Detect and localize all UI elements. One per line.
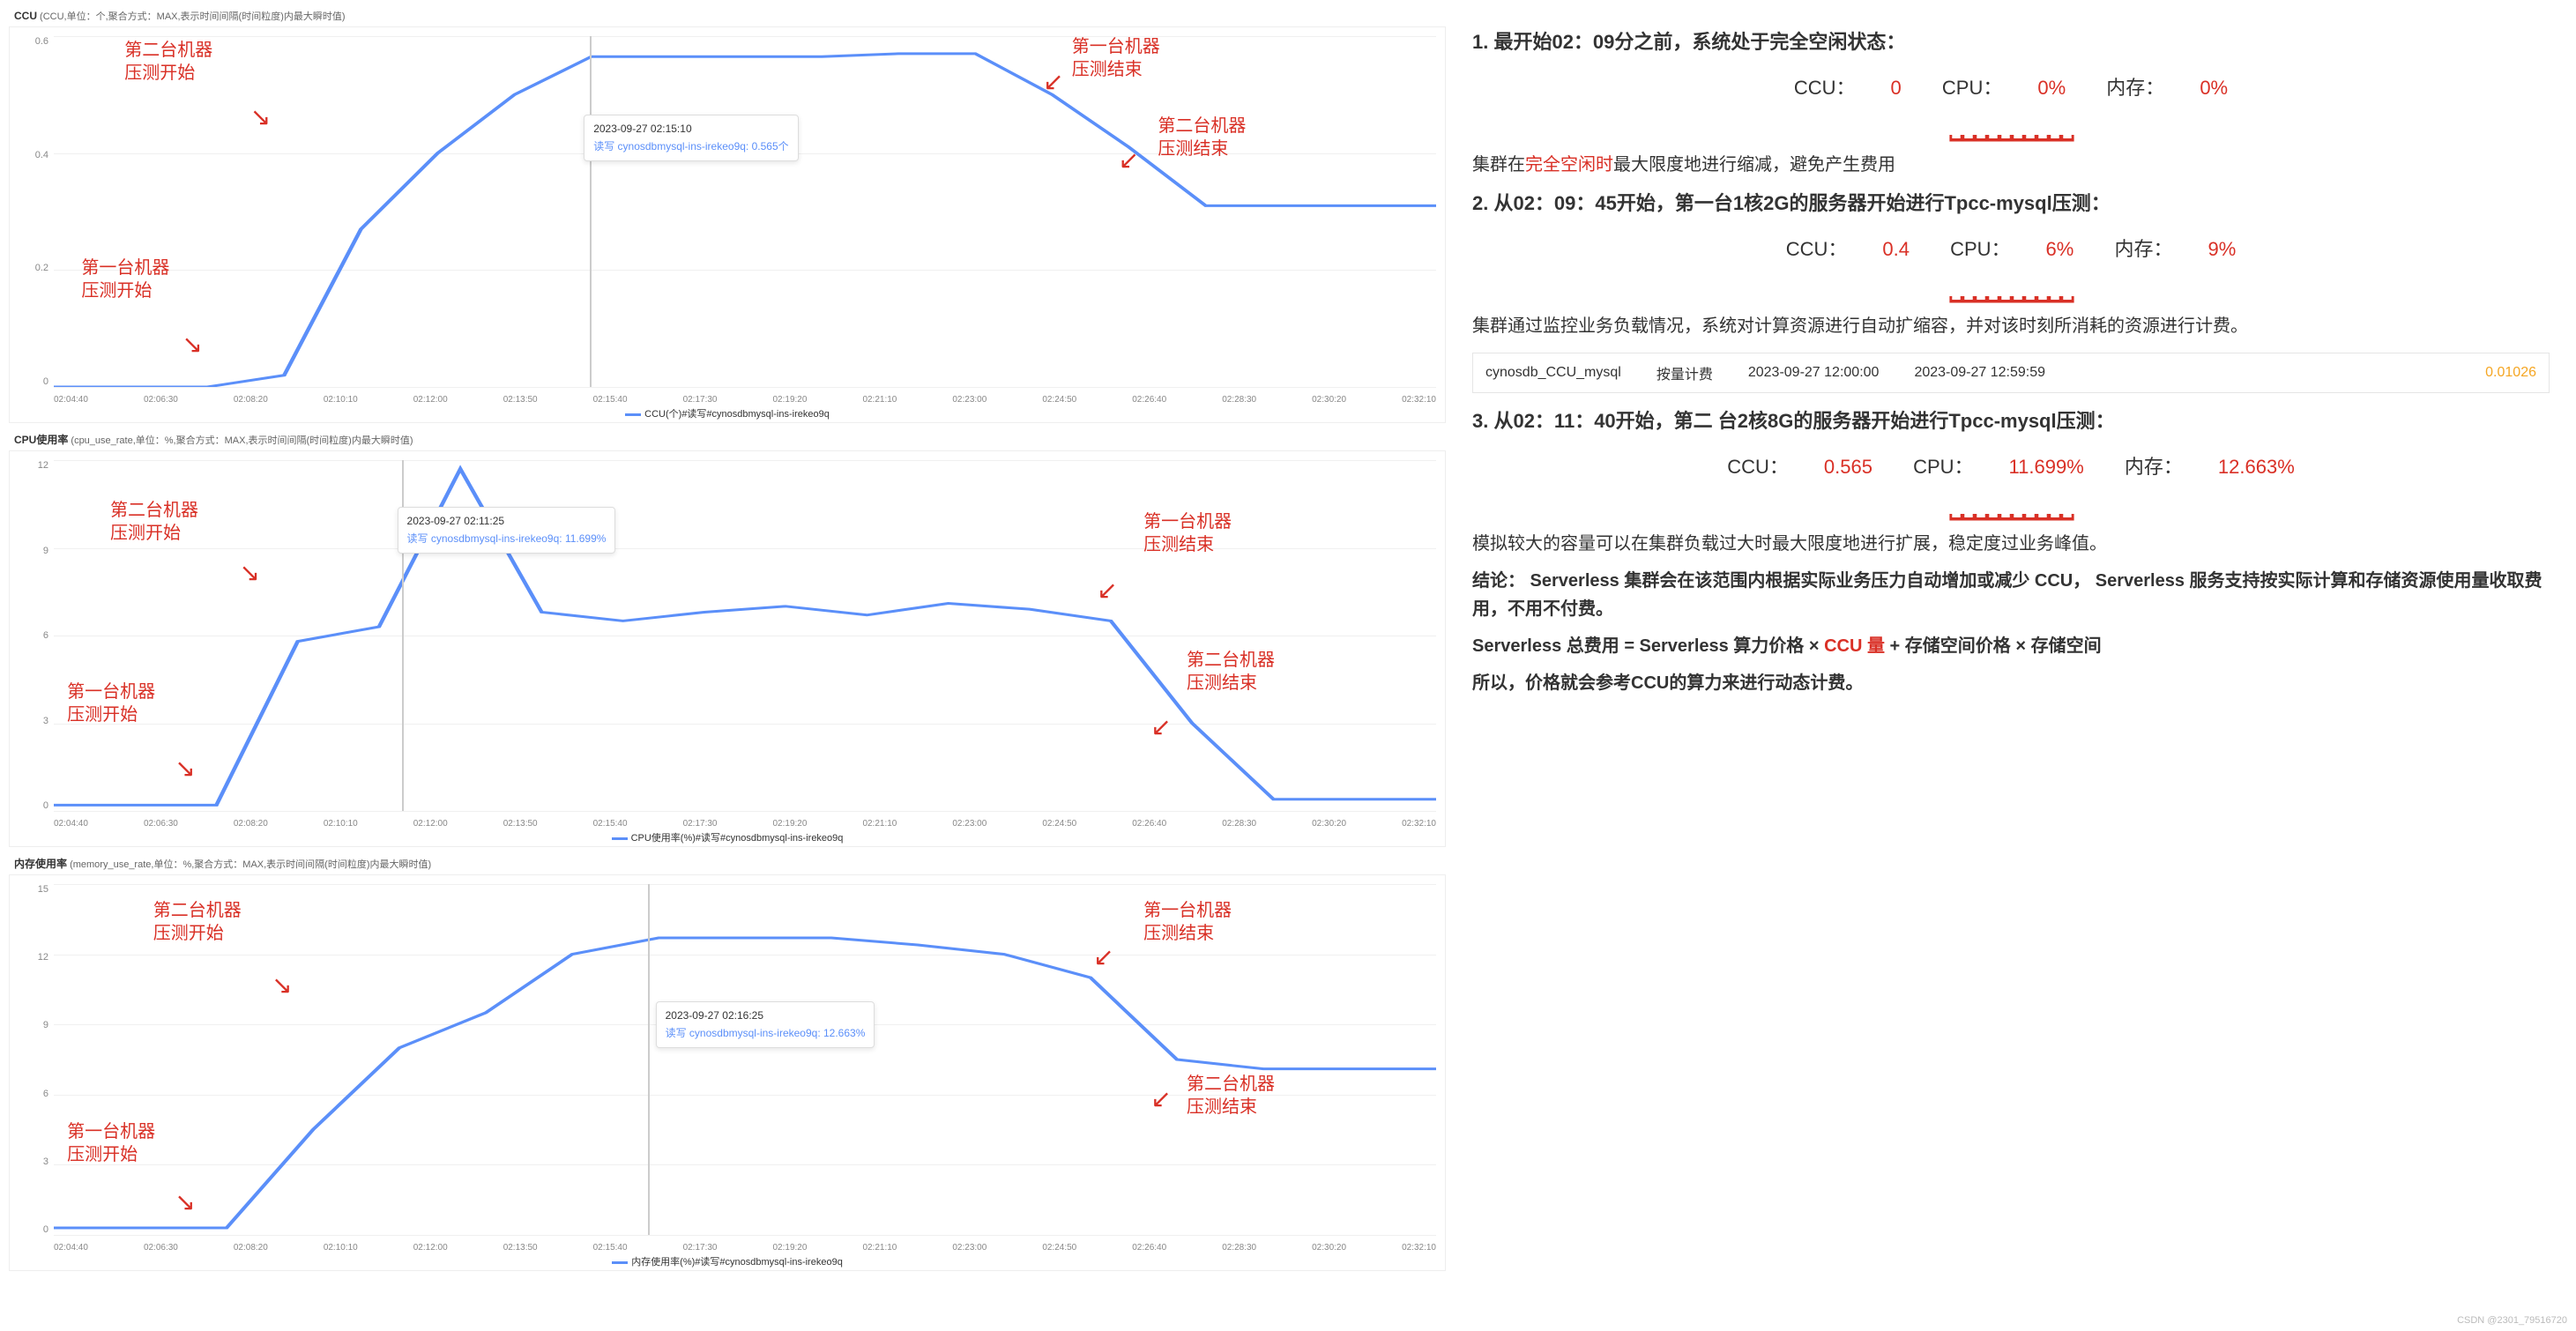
arrow-icon: ↙ <box>1119 145 1139 175</box>
section1-heading: 1. 最开始02：09分之前，系统处于完全空闲状态： <box>1472 26 2550 55</box>
legend: 内存使用率(%)#读写#cynosdbmysql-ins-irekeo9q <box>10 1254 1445 1268</box>
arrow-icon: ↘ <box>250 102 271 131</box>
s1-ccu-label: CCU： <box>1794 77 1856 99</box>
s3-cpu-label: CPU： <box>1913 456 1973 478</box>
explanation-column: 1. 最开始02：09分之前，系统处于完全空闲状态： CCU： 0 CPU： 0% … <box>1455 0 2576 1289</box>
plot-area[interactable]: 12963002:04:4002:06:3002:08:2002:10:1002… <box>9 450 1446 847</box>
arrow-icon: ↘ <box>175 754 195 783</box>
s1-ccu-val: 0 <box>1891 77 1902 99</box>
plot-area[interactable]: 0.60.40.2002:04:4002:06:3002:08:2002:10:… <box>9 26 1446 423</box>
bill-amount: 0.01026 <box>2485 365 2536 381</box>
conclusion-1: 结论： Serverless 集群会在该范围内根据实际业务压力自动增加或减少 C… <box>1472 567 2550 623</box>
annotation: 第二台机器压测结束 <box>1187 1073 1275 1119</box>
annotation: 第一台机器压测开始 <box>67 680 155 726</box>
conc2b: CCU 量 <box>1824 636 1885 656</box>
s3-ccu-val: 0.565 <box>1824 456 1872 478</box>
arrow-icon: ↘ <box>239 558 259 587</box>
arrow-icon: ↘ <box>272 970 292 1000</box>
s1-mem-label: 内存： <box>2106 77 2164 99</box>
x-axis: 02:04:4002:06:3002:08:2002:10:1002:12:00… <box>54 1243 1436 1253</box>
annotation: 第二台机器压测结束 <box>1187 649 1275 695</box>
tooltip: 2023-09-27 02:15:10读写 cynosdbmysql-ins-i… <box>584 115 798 161</box>
section3-heading: 3. 从02：11：40开始，第二 台2核8G的服务器开始进行Tpcc-mysq… <box>1472 405 2550 434</box>
conclusion-2: Serverless 总费用 = Serverless 算力价格 × CCU 量… <box>1472 632 2550 660</box>
annotation: 第一台机器压测结束 <box>1072 35 1160 81</box>
bill-type: 按量计费 <box>1657 362 1713 383</box>
section2-heading: 2. 从02：09：45开始，第一台1核2G的服务器开始进行Tpcc-mysql… <box>1472 188 2550 216</box>
bill-end: 2023-09-27 12:59:59 <box>1914 365 2045 381</box>
watermark: CSDN @2301_79516720 <box>2457 1315 2567 1326</box>
section1-note: 集群在完全空闲时最大限度地进行缩减，避免产生费用 <box>1472 151 2550 179</box>
tooltip: 2023-09-27 02:16:25读写 cynosdbmysql-ins-i… <box>656 1001 875 1048</box>
arrow-icon: ↙ <box>1093 942 1113 971</box>
section3-note: 模拟较大的容量可以在集群负载过大时最大限度地进行扩展，稳定度过业务峰值。 <box>1472 530 2550 558</box>
y-axis: 129630 <box>10 460 54 811</box>
bracket-icon: ⎵⎵⎵⎵⎵⎵⎵⎵⎵⎵ <box>1472 481 2550 521</box>
bracket-icon: ⎵⎵⎵⎵⎵⎵⎵⎵⎵⎵ <box>1472 264 2550 303</box>
chart-title: CPU使用率 (cpu_use_rate,单位：%,聚合方式：MAX,表示时间间… <box>9 432 1446 447</box>
bill-name: cynosdb_CCU_mysql <box>1485 365 1621 381</box>
s2-ccu-label: CCU： <box>1786 238 1848 260</box>
charts-column: CCU (CCU,单位：个,聚合方式：MAX,表示时间间隔(时间粒度)内最大瞬时… <box>0 0 1455 1289</box>
s1-cpu-label: CPU： <box>1942 77 2002 99</box>
s3-ccu-label: CCU： <box>1727 456 1789 478</box>
conclusion-3: 所以，价格就会参考CCU的算力来进行动态计费。 <box>1472 669 2550 697</box>
s2-cpu-val: 6% <box>2046 238 2074 260</box>
s1-note-post: 最大限度地进行缩减，避免产生费用 <box>1613 155 1895 175</box>
section2-note: 集群通过监控业务负载情况，系统对计算资源进行自动扩缩容，并对该时刻所消耗的资源进… <box>1472 312 2550 340</box>
s2-mem-val: 9% <box>2207 238 2236 260</box>
chart-title: CCU (CCU,单位：个,聚合方式：MAX,表示时间间隔(时间粒度)内最大瞬时… <box>9 9 1446 23</box>
section2-metrics: CCU： 0.4 CPU： 6% 内存： 9% <box>1472 234 2550 262</box>
s2-mem-label: 内存： <box>2114 238 2172 260</box>
annotation: 第一台机器压测结束 <box>1143 510 1232 556</box>
annotation: 第一台机器压测开始 <box>67 1120 155 1166</box>
s2-ccu-val: 0.4 <box>1882 238 1910 260</box>
annotation: 第一台机器压测结束 <box>1143 899 1232 945</box>
chart-ccu: CCU (CCU,单位：个,聚合方式：MAX,表示时间间隔(时间粒度)内最大瞬时… <box>9 9 1446 423</box>
annotation: 第二台机器压测开始 <box>110 499 198 545</box>
annotation: 第二台机器压测开始 <box>124 39 212 85</box>
arrow-icon: ↘ <box>182 330 202 359</box>
plot-area[interactable]: 1512963002:04:4002:06:3002:08:2002:10:10… <box>9 874 1446 1271</box>
s1-note-red: 完全空闲时 <box>1525 155 1613 175</box>
s1-mem-val: 0% <box>2200 77 2228 99</box>
arrow-icon: ↙ <box>1097 576 1117 605</box>
y-axis: 0.60.40.20 <box>10 36 54 387</box>
arrow-icon: ↘ <box>175 1187 195 1216</box>
y-axis: 15129630 <box>10 884 54 1235</box>
x-axis: 02:04:4002:06:3002:08:2002:10:1002:12:00… <box>54 395 1436 405</box>
legend: CPU使用率(%)#读写#cynosdbmysql-ins-irekeo9q <box>10 830 1445 844</box>
arrow-icon: ↙ <box>1043 67 1063 96</box>
chart-cpu: CPU使用率 (cpu_use_rate,单位：%,聚合方式：MAX,表示时间间… <box>9 432 1446 847</box>
annotation: 第一台机器压测开始 <box>81 257 169 302</box>
chart-title: 内存使用率 (memory_use_rate,单位：%,聚合方式：MAX,表示时… <box>9 856 1446 871</box>
line-series <box>54 36 1436 387</box>
s3-mem-val: 12.663% <box>2218 456 2295 478</box>
hover-marker <box>648 884 650 1235</box>
bracket-icon: ⎵⎵⎵⎵⎵⎵⎵⎵⎵⎵ <box>1472 102 2550 142</box>
conc2a: Serverless 总费用 = Serverless 算力价格 × <box>1472 636 1824 656</box>
s3-mem-label: 内存： <box>2125 456 2183 478</box>
annotation: 第二台机器压测开始 <box>153 899 242 945</box>
s1-cpu-val: 0% <box>2037 77 2066 99</box>
s2-cpu-label: CPU： <box>1950 238 2010 260</box>
bill-start: 2023-09-27 12:00:00 <box>1748 365 1880 381</box>
billing-row: cynosdb_CCU_mysql 按量计费 2023-09-27 12:00:… <box>1472 353 2550 393</box>
hover-marker <box>590 36 592 387</box>
conc2c: + 存储空间价格 × 存储空间 <box>1885 636 2102 656</box>
x-axis: 02:04:4002:06:3002:08:2002:10:1002:12:00… <box>54 819 1436 829</box>
arrow-icon: ↙ <box>1150 1084 1171 1113</box>
arrow-icon: ↙ <box>1150 712 1171 741</box>
s1-note-pre: 集群在 <box>1472 155 1525 175</box>
tooltip: 2023-09-27 02:11:25读写 cynosdbmysql-ins-i… <box>398 507 616 554</box>
s3-cpu-val: 11.699% <box>2009 456 2084 478</box>
legend: CCU(个)#读写#cynosdbmysql-ins-irekeo9q <box>10 406 1445 420</box>
section3-metrics: CCU： 0.565 CPU： 11.699% 内存： 12.663% <box>1472 451 2550 480</box>
annotation: 第二台机器压测结束 <box>1158 115 1246 160</box>
section1-metrics: CCU： 0 CPU： 0% 内存： 0% <box>1472 72 2550 100</box>
chart-mem: 内存使用率 (memory_use_rate,单位：%,聚合方式：MAX,表示时… <box>9 856 1446 1271</box>
